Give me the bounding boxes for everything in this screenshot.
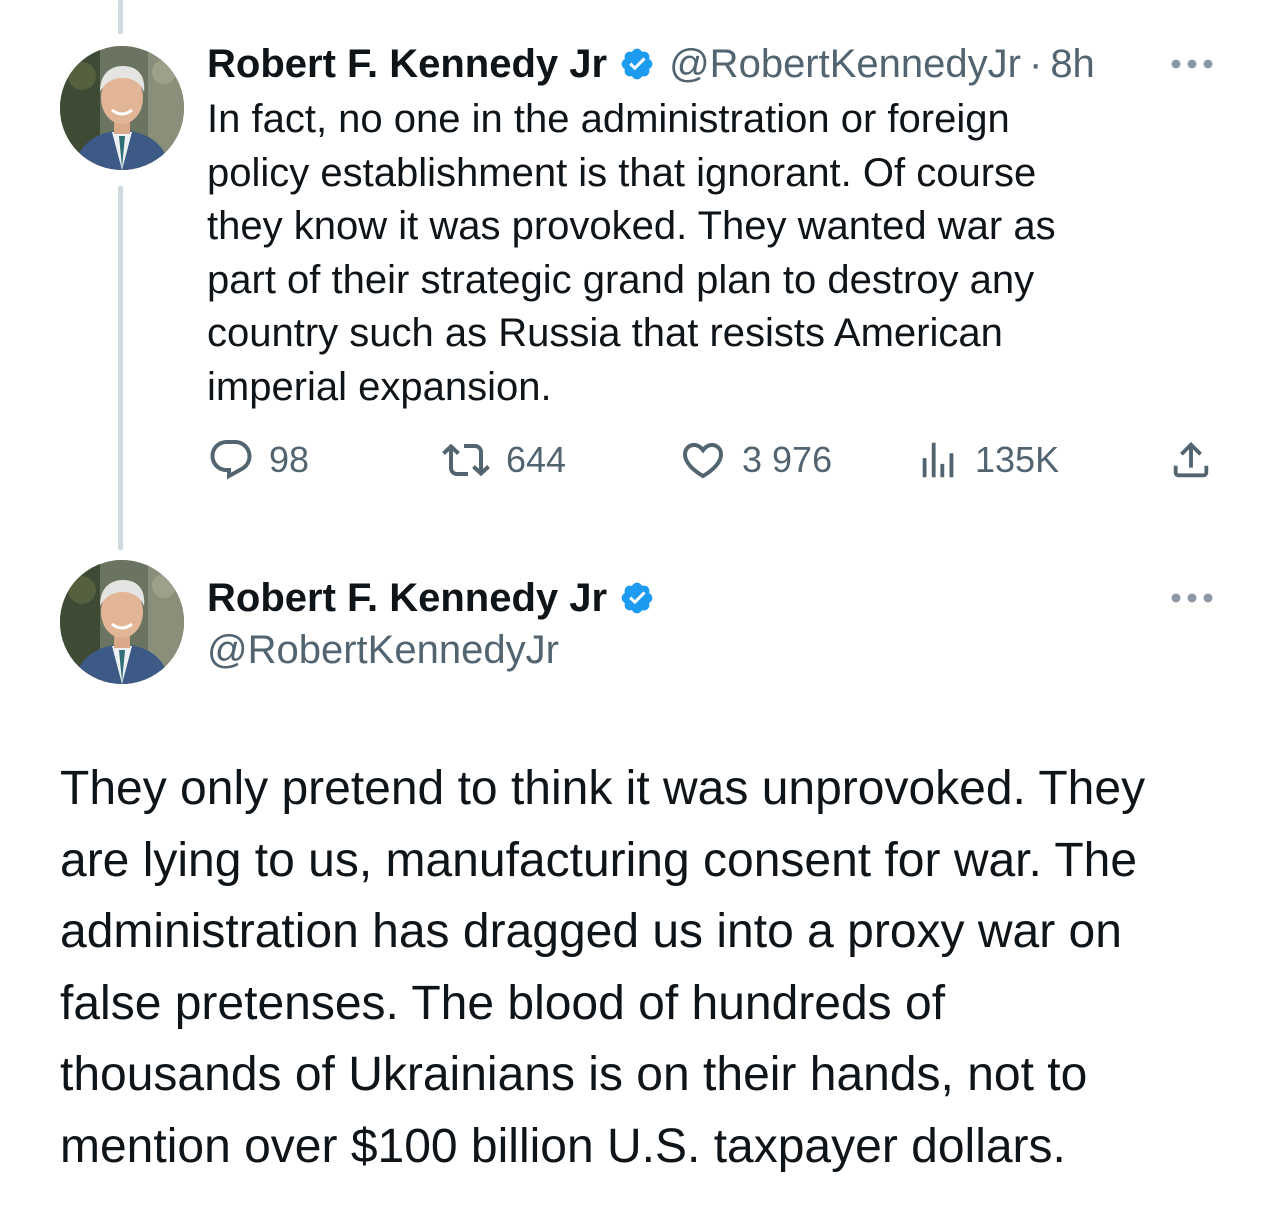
separator-dot: · xyxy=(1028,42,1043,86)
author-handle[interactable]: @RobertKennedyJr xyxy=(669,41,1021,87)
share-button[interactable] xyxy=(1168,432,1214,488)
reply-button[interactable]: 98 xyxy=(207,432,309,488)
three-dots-icon[interactable] xyxy=(1170,592,1214,604)
avatar-image xyxy=(60,46,184,170)
like-button[interactable]: 3 976 xyxy=(678,432,832,488)
tweet-header: Robert F. Kennedy Jr xyxy=(207,575,655,621)
verified-badge-icon[interactable] xyxy=(619,580,655,616)
bar-chart-icon xyxy=(922,442,954,478)
like-count: 3 976 xyxy=(742,439,833,480)
reply-count: 98 xyxy=(269,439,310,480)
heart-icon xyxy=(682,443,724,479)
verified-badge-icon[interactable] xyxy=(619,46,655,82)
retweet-arrows-icon xyxy=(442,443,490,477)
thread-connector-line xyxy=(118,186,123,550)
share-upload-icon xyxy=(1173,441,1209,478)
tweet-action-bar: 98 644 3 976 135K xyxy=(0,432,1280,488)
author-handle[interactable]: @RobertKennedyJr xyxy=(207,627,559,673)
author-display-name[interactable]: Robert F. Kennedy Jr xyxy=(207,575,607,621)
view-count: 135K xyxy=(975,439,1060,480)
speech-bubble-icon xyxy=(210,440,252,480)
avatar-image xyxy=(60,560,184,684)
views-button[interactable]: 135K xyxy=(915,432,1059,488)
avatar[interactable] xyxy=(60,560,184,684)
retweet-count: 644 xyxy=(506,439,567,480)
tweet-text: They only pretend to think it was unprov… xyxy=(60,762,1146,1173)
thread-connector-line xyxy=(118,0,123,34)
tweet-text: In fact, no one in the administration or… xyxy=(207,97,1056,409)
avatar[interactable] xyxy=(60,46,184,170)
three-dots-icon[interactable] xyxy=(1170,58,1214,70)
author-display-name[interactable]: Robert F. Kennedy Jr xyxy=(207,41,607,87)
tweet-timestamp[interactable]: 8h xyxy=(1050,41,1095,87)
retweet-button[interactable]: 644 xyxy=(440,432,566,488)
tweet-header: Robert F. Kennedy Jr @RobertKennedyJr · … xyxy=(207,41,1095,87)
